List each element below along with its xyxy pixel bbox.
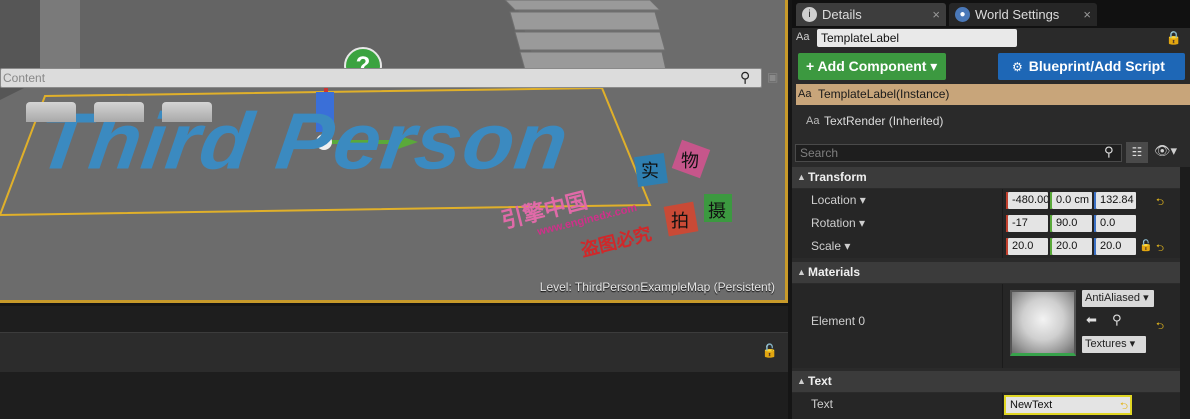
divider	[1002, 235, 1003, 258]
section-materials[interactable]: ▲ Materials	[792, 262, 1180, 283]
rotation-z-field[interactable]: 0.0	[1096, 215, 1136, 232]
section-materials-title: Materials	[808, 265, 861, 279]
content-browser-toolbar: 🔓	[0, 332, 788, 372]
cube-block-face	[40, 0, 80, 70]
collapse-triangle-icon: ▲	[797, 376, 806, 386]
watermark-tile-1: 实	[641, 161, 659, 181]
reset-to-default-icon[interactable]: ⮌	[1156, 319, 1164, 336]
location-label[interactable]: Location ▾	[811, 193, 866, 207]
scale-row: Scale ▾ 20.0 20.0 20.0 🔓 ⮌	[792, 235, 1180, 258]
close-icon[interactable]: ×	[932, 3, 940, 26]
details-search-input[interactable]: Search	[795, 144, 1122, 162]
tab-world-settings[interactable]: ● World Settings ×	[949, 3, 1097, 26]
tab-world-settings-label: World Settings	[975, 7, 1060, 22]
watermark-tile-3: 拍	[671, 211, 689, 231]
reset-to-default-icon[interactable]: ⮌	[1156, 195, 1164, 212]
divider	[1002, 189, 1003, 212]
location-y-field[interactable]: 0.0 cm	[1052, 192, 1092, 209]
section-text[interactable]: ▲ Text	[792, 371, 1180, 392]
globe-icon: ●	[955, 7, 970, 22]
scale-label[interactable]: Scale ▾	[811, 239, 850, 253]
info-icon: i	[802, 7, 817, 22]
rotation-label[interactable]: Rotation ▾	[811, 216, 865, 230]
material-element-row: Element 0 AntiAliased ▾ ⬅ ⚲ Textures ▾ ⮌	[792, 284, 1180, 368]
add-component-button[interactable]: + Add Component ▾	[798, 53, 946, 80]
text-value-field[interactable]: NewText	[1004, 395, 1132, 415]
content-search-input[interactable]: Content	[0, 68, 762, 88]
scale-lock-icon[interactable]: 🔓	[1139, 239, 1153, 252]
section-transform-title: Transform	[808, 170, 867, 184]
location-z-field[interactable]: 132.84	[1096, 192, 1136, 209]
scale-y-field[interactable]: 20.0	[1052, 238, 1092, 255]
search-icon[interactable]: ⚲	[740, 69, 750, 86]
scale-x-field[interactable]: 20.0	[1008, 238, 1048, 255]
reset-to-default-icon[interactable]: ⮌	[1156, 241, 1164, 258]
section-text-title: Text	[808, 374, 832, 388]
lock-icon[interactable]: 🔓	[762, 343, 778, 359]
textures-combo[interactable]: Textures ▾	[1082, 336, 1146, 353]
eye-icon[interactable]: 👁▾	[1154, 143, 1177, 159]
text-actor-icon: Aa	[796, 31, 810, 43]
collapse-triangle-icon: ▲	[797, 172, 806, 182]
collapse-triangle-icon: ▲	[797, 267, 806, 277]
rotation-y-field[interactable]: 90.0	[1052, 215, 1092, 232]
divider	[1002, 393, 1003, 419]
component-row-textrender[interactable]: Aa TextRender (Inherited)	[806, 111, 1190, 131]
inherited-label: TextRender (Inherited)	[824, 114, 944, 128]
actor-name-row: Aa TemplateLabel 🔒	[792, 28, 1190, 50]
material-element-label: Element 0	[811, 314, 866, 328]
details-scrollbar[interactable]	[1180, 167, 1190, 419]
search-icon[interactable]: ⚲	[1104, 144, 1114, 160]
material-combo[interactable]: AntiAliased ▾	[1082, 290, 1154, 307]
material-thumbnail[interactable]	[1010, 290, 1076, 356]
instance-label: TemplateLabel(Instance)	[818, 87, 950, 101]
watermark-tile-2: 物	[681, 151, 699, 171]
rotation-x-field[interactable]: -17	[1008, 215, 1048, 232]
tab-strip: i Details × ● World Settings ×	[792, 0, 1190, 28]
text-row: Text NewText ⮌	[792, 393, 1180, 419]
rotation-row: Rotation ▾ -17 90.0 0.0	[792, 212, 1180, 235]
component-row-instance[interactable]: Aa TemplateLabel(Instance)	[796, 84, 1190, 105]
level-viewport[interactable]: Third Person ? 实 物 拍 摄 引擎中国 www.enginedx…	[0, 0, 788, 303]
level-label: Level: ThirdPersonExampleMap (Persistent…	[539, 280, 775, 294]
divider	[1002, 212, 1003, 235]
location-row: Location ▾ -480.00 0.0 cm 132.84 ⮌	[792, 189, 1180, 212]
gears-icon: ⚙	[1012, 60, 1023, 74]
lock-icon[interactable]: 🔒	[1166, 30, 1182, 46]
watermark-tile-4: 摄	[708, 201, 726, 221]
divider	[1002, 284, 1003, 368]
tab-details[interactable]: i Details ×	[796, 3, 946, 26]
section-transform[interactable]: ▲ Transform	[792, 167, 1180, 188]
location-x-field[interactable]: -480.00	[1008, 192, 1048, 209]
use-selected-icon[interactable]: ⬅	[1086, 312, 1097, 328]
close-icon[interactable]: ×	[1083, 3, 1091, 26]
reset-to-default-icon[interactable]: ⮌	[1120, 399, 1128, 416]
folder-icon[interactable]	[26, 102, 76, 122]
details-panel: i Details × ● World Settings × Aa Templa…	[792, 0, 1190, 419]
actor-name-field[interactable]: TemplateLabel	[817, 29, 1017, 47]
blueprint-add-script-label: Blueprint/Add Script	[1028, 58, 1165, 74]
folder-icon[interactable]	[162, 102, 212, 122]
scale-z-field[interactable]: 20.0	[1096, 238, 1136, 255]
content-browser: 🔓	[0, 306, 788, 419]
folder-icon[interactable]	[94, 102, 144, 122]
text-actor-icon: Aa	[798, 88, 812, 100]
text-render-icon: Aa	[806, 115, 820, 127]
text-label: Text	[811, 397, 834, 411]
blueprint-add-script-button[interactable]: ⚙ Blueprint/Add Script	[998, 53, 1185, 80]
list-view-icon[interactable]: ☷	[1126, 142, 1148, 163]
tab-details-label: Details	[822, 7, 862, 22]
save-icon[interactable]: ▣	[767, 70, 778, 84]
browse-icon[interactable]: ⚲	[1112, 312, 1122, 328]
